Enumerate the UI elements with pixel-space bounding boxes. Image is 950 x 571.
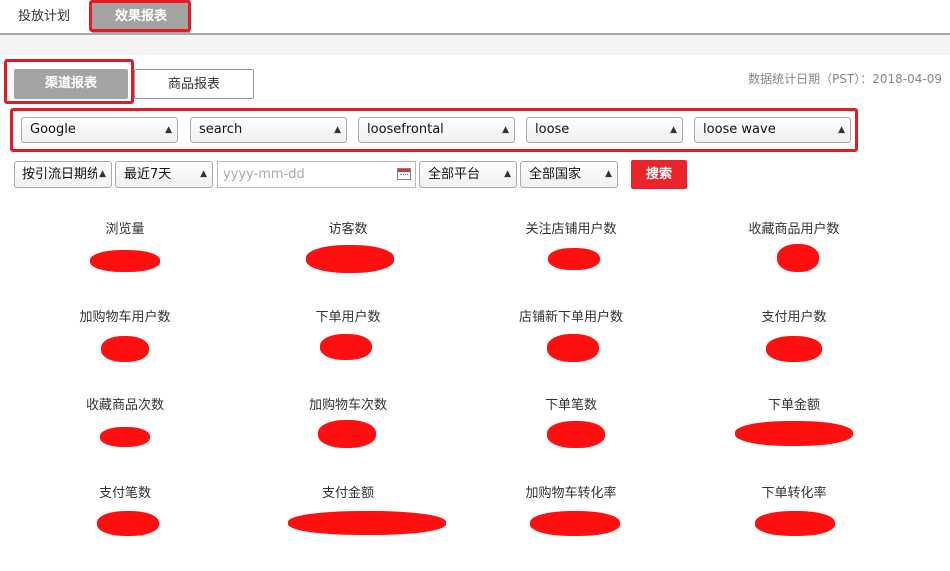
channel-select-adgroup[interactable]: loose ▲: [526, 117, 683, 143]
select-value: search: [199, 122, 243, 137]
select-value: 全部国家: [529, 167, 582, 182]
select-value: loosefrontal: [367, 122, 444, 137]
metric-order-amount: 下单金额: [684, 394, 904, 413]
select-value: loose: [535, 122, 570, 137]
metric-cart-count: 加购物车次数: [238, 394, 458, 413]
redaction-mark: [530, 511, 620, 536]
metric-label: 下单笔数: [544, 398, 597, 413]
select-value: 全部平台: [428, 167, 481, 182]
header-strip: [0, 35, 950, 55]
date-input[interactable]: yyyy-mm-dd: [217, 161, 416, 188]
select-value: 按引流日期统: [22, 167, 101, 182]
select-value: 最近7天: [124, 167, 172, 182]
metric-label: 访客数: [328, 222, 368, 237]
updown-arrow-icon: ▲: [504, 169, 511, 179]
metric-label: 下单用户数: [315, 310, 381, 325]
redaction-mark: [318, 420, 376, 448]
metric-label: 关注店铺用户数: [525, 222, 617, 237]
redaction-mark: [547, 334, 599, 362]
channel-select-campaign[interactable]: loosefrontal ▲: [358, 117, 515, 143]
metric-label: 支付用户数: [761, 310, 827, 325]
channel-select-source[interactable]: Google ▲: [21, 117, 178, 143]
channel-select-medium[interactable]: search ▲: [190, 117, 347, 143]
updown-arrow-icon: ▲: [200, 169, 207, 179]
updown-arrow-icon: ▲: [334, 125, 341, 135]
metric-page-views: 浏览量: [15, 218, 235, 237]
search-button[interactable]: 搜索: [631, 160, 687, 189]
country-select[interactable]: 全部国家 ▲: [520, 161, 618, 188]
redaction-mark: [306, 245, 394, 273]
metric-label: 下单转化率: [761, 486, 827, 501]
updown-arrow-icon: ▲: [605, 169, 612, 179]
updown-arrow-icon: ▲: [838, 125, 845, 135]
metric-visitors: 访客数: [238, 218, 458, 237]
metric-order-users: 下单用户数: [238, 306, 458, 325]
calendar-icon[interactable]: [397, 168, 411, 180]
metric-label: 收藏商品次数: [85, 398, 164, 413]
redaction-mark: [777, 244, 819, 272]
metric-paying-users: 支付用户数: [684, 306, 904, 325]
redaction-mark: [755, 511, 835, 536]
metric-order-count: 下单笔数: [461, 394, 681, 413]
channel-select-keyword[interactable]: loose wave ▲: [694, 117, 851, 143]
metric-label: 浏览量: [105, 222, 145, 237]
redaction-mark: [97, 511, 159, 536]
metric-label: 支付金额: [321, 486, 374, 501]
metric-label: 加购物车转化率: [525, 486, 617, 501]
stats-date-note: 数据统计日期（PST）：2018-04-09: [748, 72, 942, 86]
metric-cart-conversion-rate: 加购物车转化率: [461, 482, 681, 501]
updown-arrow-icon: ▲: [165, 125, 172, 135]
metric-payment-count: 支付笔数: [15, 482, 235, 501]
updown-arrow-icon: ▲: [97, 162, 106, 187]
metric-order-conversion-rate: 下单转化率: [684, 482, 904, 501]
highlight-box-top-tab: [89, 0, 191, 32]
metric-label: 收藏商品用户数: [748, 222, 840, 237]
updown-arrow-icon: ▲: [670, 125, 677, 135]
redaction-mark: [101, 336, 149, 362]
tab-channel-report[interactable]: 渠道报表: [14, 69, 128, 99]
redaction-mark: [288, 511, 446, 535]
select-value: loose wave: [703, 122, 776, 137]
metric-payment-amount: 支付金额: [238, 482, 458, 501]
metric-cart-users: 加购物车用户数: [15, 306, 235, 325]
sort-by-select[interactable]: 按引流日期统 ▲: [14, 161, 112, 188]
redaction-mark: [320, 334, 372, 360]
metric-label: 支付笔数: [98, 486, 151, 501]
metric-label: 加购物车用户数: [79, 310, 171, 325]
metric-favorite-count: 收藏商品次数: [15, 394, 235, 413]
redaction-mark: [735, 421, 853, 446]
redaction-mark: [766, 336, 822, 362]
tab-ad-plan[interactable]: 投放计划: [18, 0, 70, 33]
date-range-select[interactable]: 最近7天 ▲: [115, 161, 213, 188]
updown-arrow-icon: ▲: [502, 125, 509, 135]
metric-favorite-users: 收藏商品用户数: [684, 218, 904, 237]
redaction-mark: [90, 250, 160, 272]
metric-label: 下单金额: [767, 398, 820, 413]
tab-product-report[interactable]: 商品报表: [134, 69, 254, 99]
select-value: Google: [30, 122, 76, 137]
date-input-placeholder: yyyy-mm-dd: [223, 167, 305, 182]
redaction-mark: [548, 248, 600, 270]
metric-label: 店铺新下单用户数: [518, 310, 623, 325]
metric-label: 加购物车次数: [308, 398, 387, 413]
metric-new-order-users: 店铺新下单用户数: [461, 306, 681, 325]
redaction-mark: [547, 421, 605, 448]
redaction-mark: [100, 427, 150, 447]
platform-select[interactable]: 全部平台 ▲: [419, 161, 517, 188]
metric-store-followers: 关注店铺用户数: [461, 218, 681, 237]
